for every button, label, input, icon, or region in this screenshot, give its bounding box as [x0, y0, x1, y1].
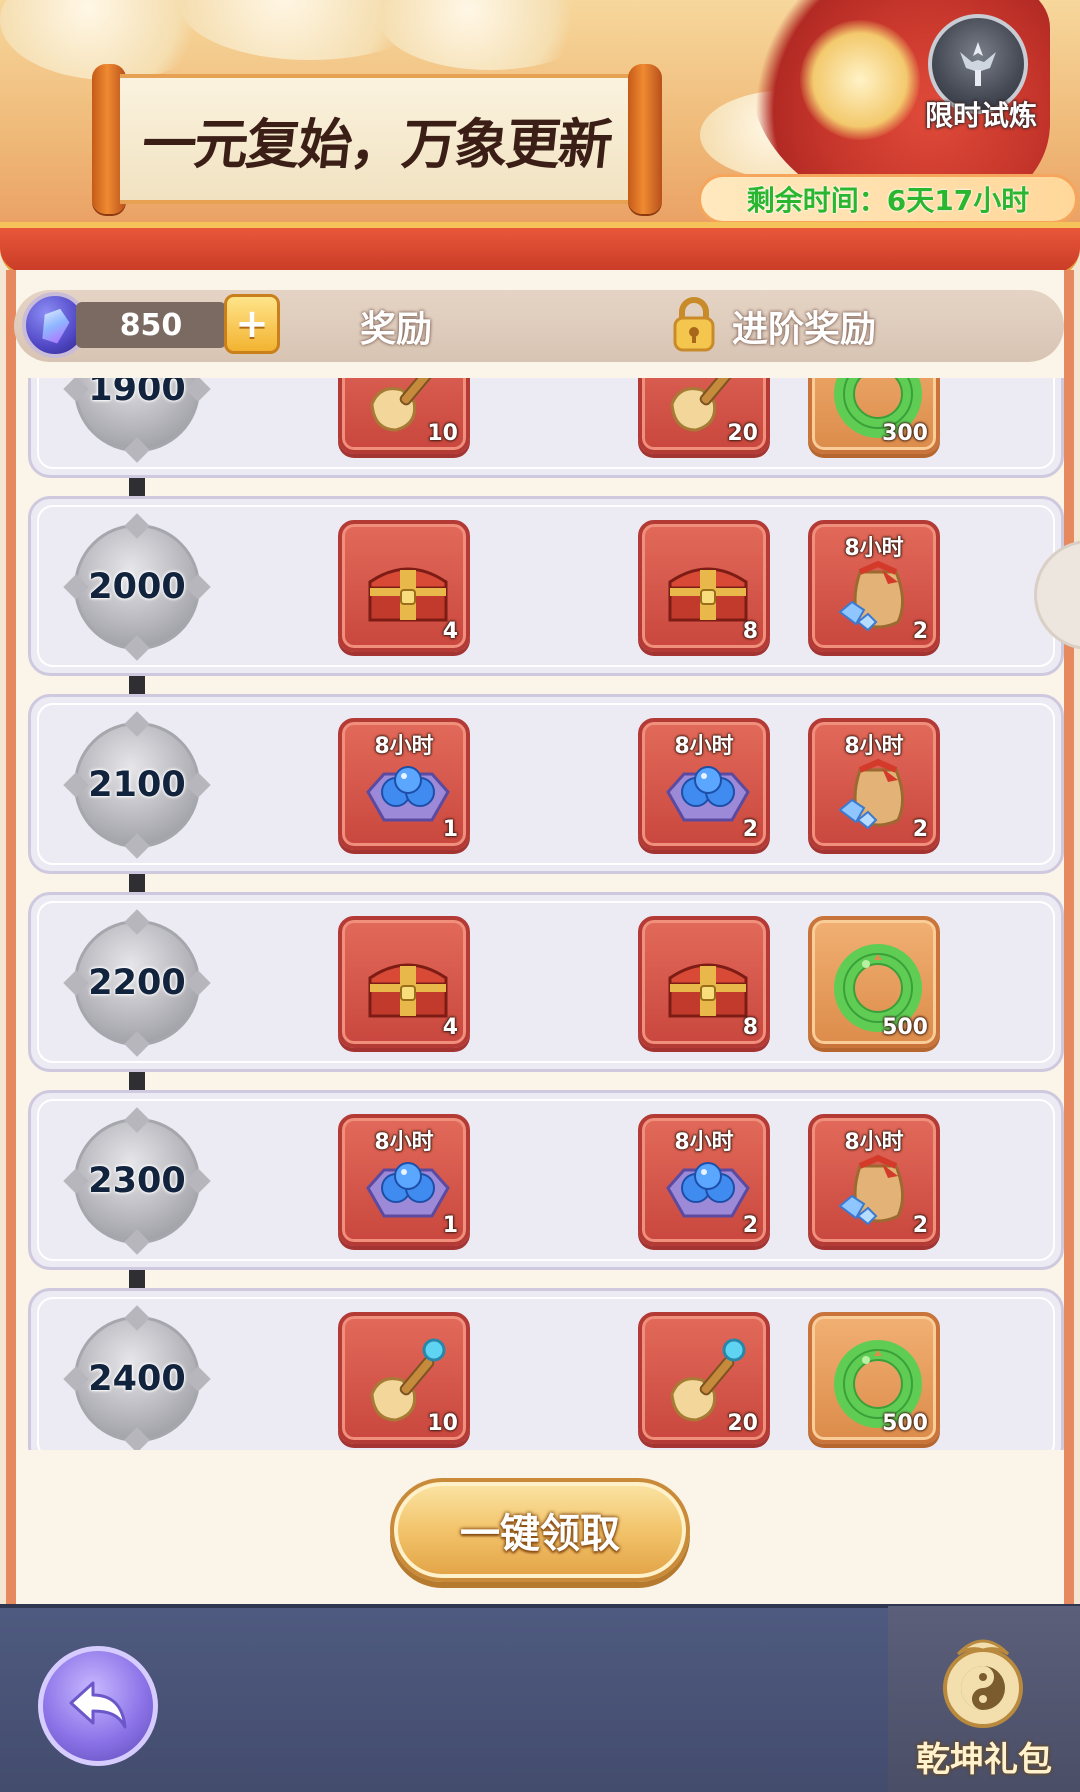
reward-count: 500 [882, 1411, 928, 1436]
reward-item[interactable]: 8小时 2 [808, 520, 940, 652]
reward-count: 2 [742, 817, 758, 842]
reward-item[interactable]: 8小时 2 [638, 1114, 770, 1246]
back-button[interactable] [38, 1646, 158, 1766]
claim-all-button[interactable]: 一键领取 [390, 1478, 690, 1582]
scroll-rod [628, 64, 662, 214]
reward-count: 2 [742, 1213, 758, 1238]
limited-trial-label: 限时试炼 [924, 99, 1037, 132]
reward-item[interactable]: 20 [638, 1312, 770, 1444]
reward-count: 2 [912, 619, 928, 644]
duration-tag: 8小时 [844, 536, 904, 561]
reward-item[interactable]: 500 [808, 1312, 940, 1444]
reward-count: 20 [727, 1411, 758, 1436]
reward-item[interactable]: 500 [808, 916, 940, 1048]
duration-tag: 8小时 [844, 734, 904, 759]
treasure-chest-icon [360, 542, 456, 638]
level-value: 2200 [88, 963, 186, 1003]
level-node: 2100 [63, 711, 211, 859]
duration-tag: 8小时 [374, 1130, 434, 1155]
cloud-decoration [380, 0, 600, 70]
event-title: 一元复始，万象更新 [139, 111, 614, 176]
gift-pack-icon [943, 1639, 1023, 1728]
reward-item[interactable]: 8 [638, 520, 770, 652]
remaining-time: 剩余时间：6天17小时 [698, 174, 1078, 224]
reward-count: 4 [442, 1015, 458, 1040]
duration-tag: 8小时 [844, 1130, 904, 1155]
level-node: 2400 [63, 1305, 211, 1450]
add-currency-button[interactable]: + [224, 294, 280, 354]
reward-item[interactable]: 8小时 2 [808, 718, 940, 850]
title-scroll: 一元复始，万象更新 [92, 64, 662, 214]
treasure-chest-icon [660, 938, 756, 1034]
level-node: 2200 [63, 909, 211, 1057]
reward-item[interactable]: 8小时 2 [808, 1114, 940, 1246]
lock-icon [673, 297, 715, 352]
level-value: 2300 [88, 1161, 186, 1201]
duration-tag: 8小时 [674, 1130, 734, 1155]
gift-pack-label: 乾坤礼包 [916, 1740, 1052, 1780]
reward-count: 20 [727, 421, 758, 446]
reward-count: 8 [742, 1015, 758, 1040]
gold-ornament-decoration [800, 20, 920, 140]
duration-tag: 8小时 [374, 734, 434, 759]
level-node: 2300 [63, 1107, 211, 1255]
level-value: 2400 [88, 1359, 186, 1399]
level-value: 1900 [88, 378, 186, 409]
trident-emblem-icon [960, 42, 996, 86]
level-value: 2000 [88, 567, 186, 607]
reward-item[interactable]: 8小时 2 [638, 718, 770, 850]
reward-count: 8 [742, 619, 758, 644]
scroll-paper: 一元复始，万象更新 [120, 74, 634, 204]
treasure-chest-icon [660, 542, 756, 638]
reward-item[interactable]: 8 [638, 916, 770, 1048]
reward-item[interactable]: 4 [338, 520, 470, 652]
reward-item[interactable]: 8小时 1 [338, 718, 470, 850]
reward-count: 2 [912, 817, 928, 842]
level-node: 2000 [63, 513, 211, 661]
tab-advanced-reward[interactable]: 进阶奖励 [732, 300, 876, 352]
tab-reward[interactable]: 奖励 [360, 300, 432, 352]
reward-count: 500 [882, 1015, 928, 1040]
reward-item[interactable]: 4 [338, 916, 470, 1048]
reward-count: 10 [427, 1411, 458, 1436]
reward-count: 10 [427, 421, 458, 446]
level-value: 2100 [88, 765, 186, 805]
reward-item[interactable]: 10 [338, 1312, 470, 1444]
reward-list[interactable]: 1900 10 20 300 2000 4 8 8小时 2 2100 8小时 1 8小时 2 8小时 2 220… [16, 378, 1064, 1450]
reward-count: 1 [442, 1213, 458, 1238]
reward-item[interactable]: 8小时 1 [338, 1114, 470, 1246]
reward-item[interactable]: 300 [808, 378, 940, 454]
reward-count: 2 [912, 1213, 928, 1238]
treasure-chest-icon [360, 938, 456, 1034]
reward-count: 1 [442, 817, 458, 842]
reward-count: 300 [882, 421, 928, 446]
reward-item[interactable]: 10 [338, 378, 470, 454]
level-node: 1900 [63, 378, 211, 463]
duration-tag: 8小时 [674, 734, 734, 759]
currency-amount: 850 [76, 302, 226, 348]
reward-item[interactable]: 20 [638, 378, 770, 454]
reward-count: 4 [442, 619, 458, 644]
back-arrow-icon [69, 1681, 127, 1729]
